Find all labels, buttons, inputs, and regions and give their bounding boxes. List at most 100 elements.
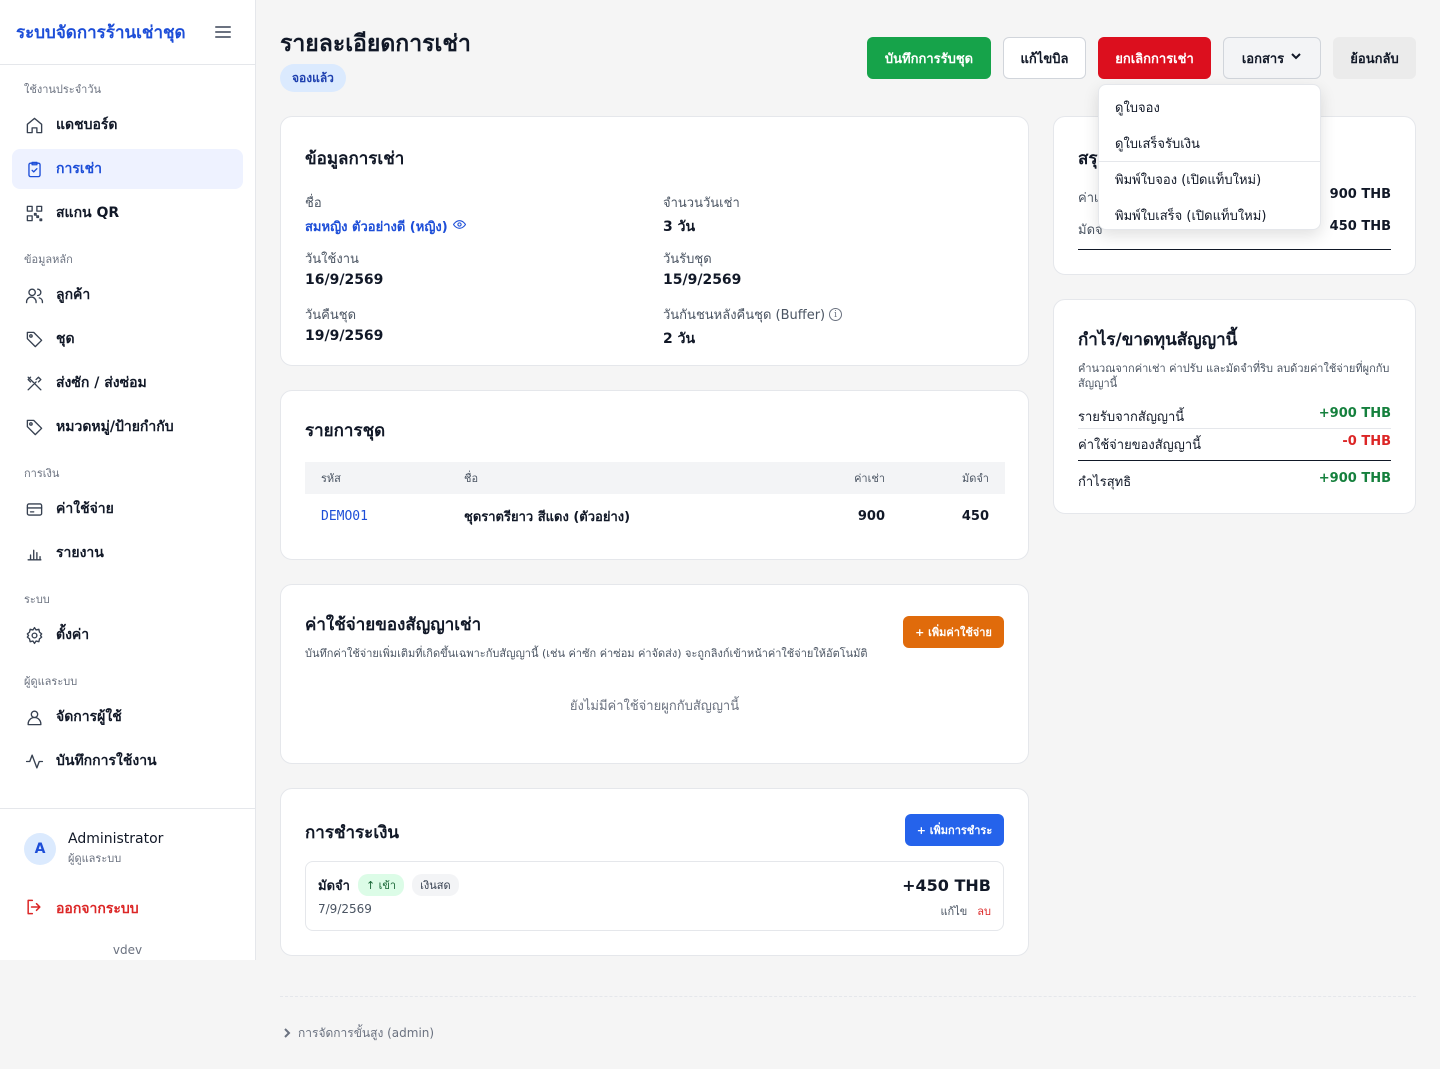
sidebar-header: ระบบจัดการร้านเช่าชุด: [0, 0, 255, 65]
sidebar-item-customers[interactable]: ลูกค้า: [12, 275, 243, 315]
payment-method-badge: เงินสด: [412, 874, 459, 896]
gear-icon: [24, 625, 44, 645]
field-label: วันรับชุด: [663, 252, 712, 267]
income-label: รายรับจากสัญญานี้: [1078, 410, 1185, 425]
user-icon: [24, 707, 44, 727]
rental-info-card: ข้อมูลการเช่า ชื่อ สมหญิง ตัวอย่างดี (หญ…: [280, 116, 1029, 366]
rental-days-field: จำนวนวันเช่า 3 วัน: [663, 192, 1003, 238]
profit-net-row: กำไรสุทธิ +900 THB: [1078, 471, 1391, 492]
item-rent: 900: [857, 508, 885, 524]
payment-type: มัดจำ: [318, 878, 350, 894]
nav-section-admin: ผู้ดูแลระบบ: [24, 675, 78, 688]
summary-rent-value: 900 THB: [1329, 187, 1391, 202]
field-label: จำนวนวันเช่า: [663, 196, 740, 211]
back-button[interactable]: ย้อนกลับ: [1333, 37, 1416, 79]
sidebar-item-categories[interactable]: หมวดหมู่/ป้ายกำกับ: [12, 407, 243, 447]
buffer-field: วันกันชนหลังคืนชุด (Buffer) i 2 วัน: [663, 304, 1003, 350]
table-header-row: รหัส ชื่อ ค่าเช่า มัดจำ: [305, 462, 1005, 494]
sidebar-item-user-management[interactable]: จัดการผู้ใช้: [12, 697, 243, 737]
rental-info-title: ข้อมูลการเช่า: [305, 149, 405, 169]
sidebar-item-label: จัดการผู้ใช้: [56, 709, 122, 725]
payments-title: การชำระเงิน: [305, 823, 400, 843]
documents-label: เอกสาร: [1241, 51, 1285, 67]
record-pickup-button[interactable]: บันทึกการรับชุด: [867, 37, 991, 79]
summary-rent-label: ค่าเ: [1078, 191, 1099, 206]
income-value: +900 THB: [1318, 406, 1391, 421]
sidebar-item-label: ส่งซัก / ส่งซ่อม: [56, 375, 147, 391]
documents-dropdown-button[interactable]: เอกสาร: [1223, 37, 1321, 79]
app-title[interactable]: ระบบจัดการร้านเช่าชุด: [16, 19, 186, 46]
use-date-field: วันใช้งาน 16/9/2569: [305, 248, 645, 288]
menu-item-view-receipt[interactable]: ดูใบเสร็จรับเงิน: [1099, 125, 1320, 161]
delete-payment-link[interactable]: ลบ: [977, 902, 991, 920]
qr-icon: [24, 203, 44, 223]
edit-bill-button[interactable]: แก้ไขบิล: [1003, 37, 1086, 79]
add-expense-button[interactable]: + เพิ่มค่าใช้จ่าย: [903, 616, 1004, 648]
field-label: ชื่อ: [305, 196, 322, 211]
tag-icon: [24, 417, 44, 437]
net-label: กำไรสุทธิ: [1078, 475, 1132, 490]
admin-link-label: การจัดการขั้นสูง (admin): [298, 1026, 435, 1040]
profit-expense-row: ค่าใช้จ่ายของสัญญานี้ -0 THB: [1078, 434, 1391, 455]
field-label: วันใช้งาน: [305, 252, 359, 267]
customer-name-link[interactable]: สมหญิง ตัวอย่างดี (หญิง): [305, 216, 645, 237]
field-label: วันกันชนหลังคืนชุด (Buffer) i: [663, 304, 1003, 325]
sidebar-item-scan-qr[interactable]: สแกน QR: [12, 193, 243, 233]
sidebar-item-settings[interactable]: ตั้งค่า: [12, 615, 243, 655]
items-card: รายการชุด รหัส ชื่อ ค่าเช่า มัดจำ DEMO01…: [280, 390, 1029, 560]
sidebar-item-reports[interactable]: รายงาน: [12, 533, 243, 573]
rental-days-value: 3 วัน: [663, 219, 696, 235]
version-label: vdev: [112, 943, 143, 957]
admin-advanced-link[interactable]: การจัดการขั้นสูง (admin): [282, 1024, 434, 1043]
sidebar-item-outfits[interactable]: ชุด: [12, 319, 243, 359]
payment-amount: +450 THB: [902, 876, 991, 895]
sidebar-item-label: หมวดหมู่/ป้ายกำกับ: [56, 419, 174, 435]
payment-row: มัดจำ ↑ เข้า เงินสด 7/9/2569 +450 THB แก…: [305, 861, 1004, 931]
item-deposit: 450: [961, 508, 989, 524]
customer-name-value: สมหญิง ตัวอย่างดี (หญิง): [305, 220, 448, 235]
menu-item-print-booking[interactable]: พิมพ์ใบจอง (เปิดแท็บใหม่): [1099, 161, 1320, 197]
cancel-rental-button[interactable]: ยกเลิกการเช่า: [1098, 37, 1211, 79]
payment-type-line: มัดจำ ↑ เข้า เงินสด: [318, 874, 991, 896]
logout-button[interactable]: ออกจากระบบ: [24, 897, 231, 921]
payment-date: 7/9/2569: [318, 902, 372, 916]
col-name: ชื่อ: [448, 462, 801, 494]
profit-loss-card: กำไร/ขาดทุนสัญญานี้ คำนวณจากค่าเช่า ค่าป…: [1053, 299, 1416, 514]
expenses-subtitle: บันทึกค่าใช้จ่ายเพิ่มเติมที่เกิดขึ้นเฉพา…: [305, 647, 868, 660]
avatar: A: [24, 833, 56, 865]
sidebar-item-rentals[interactable]: การเช่า: [12, 149, 243, 189]
net-value: +900 THB: [1318, 471, 1391, 486]
menu-item-print-receipt[interactable]: พิมพ์ใบเสร็จ (เปิดแท็บใหม่): [1099, 197, 1320, 233]
sidebar-nav: ใช้งานประจำวัน แดชบอร์ด การเช่า สแกน QR …: [0, 65, 255, 781]
sidebar-item-label: ลูกค้า: [56, 287, 91, 303]
add-payment-button[interactable]: + เพิ่มการชำระ: [905, 814, 1004, 846]
tools-icon: [24, 373, 44, 393]
sidebar-item-dashboard[interactable]: แดชบอร์ด: [12, 105, 243, 145]
sidebar-item-label: แดชบอร์ด: [56, 117, 118, 133]
pickup-date-value: 15/9/2569: [663, 272, 742, 288]
col-code: รหัส: [305, 462, 448, 494]
pickup-date-field: วันรับชุด 15/9/2569: [663, 248, 1003, 288]
menu-toggle-icon[interactable]: [215, 26, 231, 38]
expense-value: -0 THB: [1342, 434, 1391, 449]
sidebar-item-expenses[interactable]: ค่าใช้จ่าย: [12, 489, 243, 529]
item-code-link[interactable]: DEMO01: [321, 509, 368, 524]
sidebar-item-activity-log[interactable]: บันทึกการใช้งาน: [12, 741, 243, 781]
return-date-field: วันคืนชุด 19/9/2569: [305, 304, 645, 344]
sidebar-item-label: ค่าใช้จ่าย: [56, 501, 114, 517]
profit-total-divider: [1078, 460, 1391, 461]
users-icon: [24, 285, 44, 305]
summary-divider: [1078, 249, 1391, 250]
sidebar-item-laundry-repair[interactable]: ส่งซัก / ส่งซ่อม: [12, 363, 243, 403]
sidebar-item-label: สแกน QR: [56, 205, 120, 221]
table-row: DEMO01 ชุดราตรียาว สีแดง (ตัวอย่าง) 900 …: [305, 494, 1005, 538]
info-icon[interactable]: i: [829, 308, 843, 321]
menu-item-view-booking[interactable]: ดูใบจอง: [1099, 89, 1320, 125]
edit-payment-link[interactable]: แก้ไข: [940, 902, 967, 920]
logout-label: ออกจากระบบ: [56, 901, 139, 917]
expenses-title: ค่าใช้จ่ายของสัญญาเช่า: [305, 615, 482, 635]
profit-title: กำไร/ขาดทุนสัญญานี้: [1078, 330, 1238, 350]
field-label: วันคืนชุด: [305, 308, 357, 323]
col-deposit: มัดจำ: [901, 462, 1005, 494]
nav-section-finance: การเงิน: [24, 467, 60, 480]
